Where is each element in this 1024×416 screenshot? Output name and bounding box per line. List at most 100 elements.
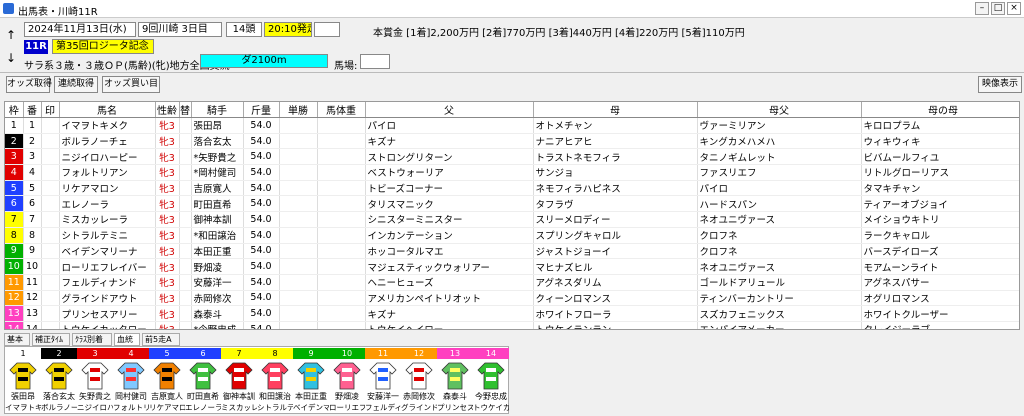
sire-cell[interactable]: ベストウォーリア — [365, 164, 534, 181]
weight-cell[interactable]: 54.0 — [243, 180, 280, 197]
table-row[interactable]: 3 3 ニジイロハーピー 牝3 *矢野貴之 54.0 ストロングリターン トラストネモフィラタ… — [5, 148, 1019, 166]
horse-name-cell[interactable]: フェルディナンド — [59, 274, 156, 291]
sire-cell[interactable]: ヘニーヒューズ — [365, 274, 534, 291]
dam-cell[interactable]: ホワイトフローラ — [533, 305, 698, 322]
mark-cell[interactable] — [41, 195, 60, 213]
horse-name-cell[interactable]: ローリエフレイバー — [59, 258, 156, 275]
dam-cell[interactable]: サンジョ — [533, 164, 698, 181]
number-cell[interactable]: 5 — [23, 180, 42, 197]
sire-cell[interactable]: キズナ — [365, 305, 534, 322]
silk-card[interactable]: 4 岡村健司 フォルトリ — [113, 347, 149, 413]
sire-cell[interactable]: トウケイヘイロー — [365, 321, 534, 329]
horse-name-cell[interactable]: ベイデンマリーナ — [59, 243, 156, 260]
dam-cell[interactable]: オトメチャン — [533, 117, 698, 134]
table-row[interactable]: 13 13 プリンセスアリー 牝3 森泰斗 54.0 キズナ ホワイトフローラ スズカフェニック… — [5, 305, 1019, 322]
dam-cell[interactable]: タフラヴ — [533, 195, 698, 213]
horse-name-cell[interactable]: グラインドアウト — [59, 290, 156, 307]
broodmare-sire-cell[interactable]: ファスリエフ — [697, 164, 862, 181]
jockey-cell[interactable]: 吉原寛人 — [191, 180, 244, 197]
sex-age-cell[interactable]: 牝3 — [155, 164, 180, 181]
change-cell[interactable] — [179, 117, 192, 134]
silk-card[interactable]: 10 野畑凌 ローリエフ — [329, 347, 365, 413]
sire-cell[interactable]: ストロングリターン — [365, 148, 534, 166]
number-cell[interactable]: 13 — [23, 305, 42, 322]
weight-cell[interactable]: 54.0 — [243, 321, 280, 329]
change-cell[interactable] — [179, 227, 192, 244]
jockey-cell[interactable]: *今野忠成 — [191, 321, 244, 329]
weight-cell[interactable]: 54.0 — [243, 148, 280, 166]
change-cell[interactable] — [179, 211, 192, 228]
weight-cell[interactable]: 54.0 — [243, 195, 280, 213]
weight-cell[interactable]: 54.0 — [243, 258, 280, 275]
prev-race-arrow-icon[interactable]: ↑ — [4, 27, 18, 43]
odds-get-button[interactable]: オッズ取得 — [6, 76, 52, 93]
sex-age-cell[interactable]: 牝3 — [155, 133, 180, 150]
win-odds-cell[interactable] — [279, 258, 318, 275]
broodmare-sire-cell[interactable]: キングカメハメハ — [697, 133, 862, 150]
mark-cell[interactable] — [41, 133, 60, 150]
col-header-dams-dam[interactable]: 母の母 — [861, 102, 1019, 118]
col-header-horse-name[interactable]: 馬名 — [59, 102, 156, 118]
sex-age-cell[interactable]: 牝3 — [155, 321, 180, 329]
change-cell[interactable] — [179, 180, 192, 197]
silk-card[interactable]: 12 赤岡修次 グラインド — [401, 347, 437, 413]
dam-cell[interactable]: スプリングキャロル — [533, 227, 698, 244]
col-header-jockey[interactable]: 騎手 — [191, 102, 244, 118]
broodmare-sire-cell[interactable]: ネオユニヴァース — [697, 258, 862, 275]
dams-dam-cell[interactable]: ティアーオブジョイ — [861, 195, 1019, 213]
weight-cell[interactable]: 54.0 — [243, 274, 280, 291]
dams-dam-cell[interactable]: モアムーンライト — [861, 258, 1019, 275]
body-weight-cell[interactable] — [317, 321, 366, 329]
broodmare-sire-cell[interactable]: ハードスパン — [697, 195, 862, 213]
mark-cell[interactable] — [41, 274, 60, 291]
win-odds-cell[interactable] — [279, 290, 318, 307]
silk-card[interactable]: 7 御神本訓 ミスカッレ — [221, 347, 257, 413]
dam-cell[interactable]: マヒナズヒル — [533, 258, 698, 275]
horse-name-cell[interactable]: ニジイロハーピー — [59, 148, 156, 166]
mark-cell[interactable] — [41, 243, 60, 260]
mark-cell[interactable] — [41, 211, 60, 228]
change-cell[interactable] — [179, 321, 192, 329]
table-row[interactable]: 2 2 ボルラノーチェ 牝3 落合玄太 54.0 キズナ ナニアヒアヒ キングカメハメハ ウィキウ… — [5, 133, 1019, 150]
weight-cell[interactable]: 54.0 — [243, 305, 280, 322]
waku-cell[interactable]: 6 — [5, 195, 24, 213]
dam-cell[interactable]: ネモフィラハピネス — [533, 180, 698, 197]
table-row[interactable]: 1414 トウケイカッタロー牝3 *今野忠成54.0 トウケイヘイロートウケイランラン… — [5, 321, 1019, 329]
dams-dam-cell[interactable]: キロロプラム — [861, 117, 1019, 134]
col-header-win-odds[interactable]: 単勝 — [279, 102, 318, 118]
silk-card[interactable]: 5 吉原寛人 リケアマロ — [149, 347, 185, 413]
jockey-cell[interactable]: *和田譲治 — [191, 227, 244, 244]
mark-cell[interactable] — [41, 164, 60, 181]
jockey-cell[interactable]: 御神本訓 — [191, 211, 244, 228]
waku-cell[interactable]: 12 — [5, 290, 24, 307]
col-header-change[interactable]: 替 — [179, 102, 192, 118]
minimize-button[interactable]: – — [975, 2, 989, 15]
horse-name-cell[interactable]: エレノーラ — [59, 195, 156, 213]
maximize-button[interactable]: □ — [991, 2, 1005, 15]
jockey-cell[interactable]: 野畑凌 — [191, 258, 244, 275]
number-cell[interactable]: 11 — [23, 274, 42, 291]
weight-cell[interactable]: 54.0 — [243, 290, 280, 307]
horse-name-cell[interactable]: フォルトリアン — [59, 164, 156, 181]
waku-cell[interactable]: 2 — [5, 133, 24, 150]
jockey-cell[interactable]: 赤岡修次 — [191, 290, 244, 307]
weight-cell[interactable]: 54.0 — [243, 117, 280, 134]
sex-age-cell[interactable]: 牝3 — [155, 274, 180, 291]
sire-cell[interactable]: トビーズコーナー — [365, 180, 534, 197]
sex-age-cell[interactable]: 牝3 — [155, 211, 180, 228]
body-weight-cell[interactable] — [317, 148, 366, 166]
table-row[interactable]: 4 4 フォルトリアン 牝3 *岡村健司 54.0 ベストウォーリア サンジョ ファスリエフ リト… — [5, 164, 1019, 181]
body-weight-cell[interactable] — [317, 180, 366, 197]
col-header-waku[interactable]: 枠 — [5, 102, 24, 118]
sex-age-cell[interactable]: 牝3 — [155, 290, 180, 307]
change-cell[interactable] — [179, 133, 192, 150]
tab-4[interactable]: 前5走A — [142, 333, 180, 346]
dams-dam-cell[interactable]: オグリロマンス — [861, 290, 1019, 307]
waku-cell[interactable]: 1 — [5, 117, 24, 134]
mark-cell[interactable] — [41, 117, 60, 134]
col-header-sire[interactable]: 父 — [365, 102, 534, 118]
dams-dam-cell[interactable]: ラークキャロル — [861, 227, 1019, 244]
sire-cell[interactable]: マジェスティックウォリアー — [365, 258, 534, 275]
dams-dam-cell[interactable]: クレイジーラブ — [861, 321, 1019, 329]
body-weight-cell[interactable] — [317, 164, 366, 181]
